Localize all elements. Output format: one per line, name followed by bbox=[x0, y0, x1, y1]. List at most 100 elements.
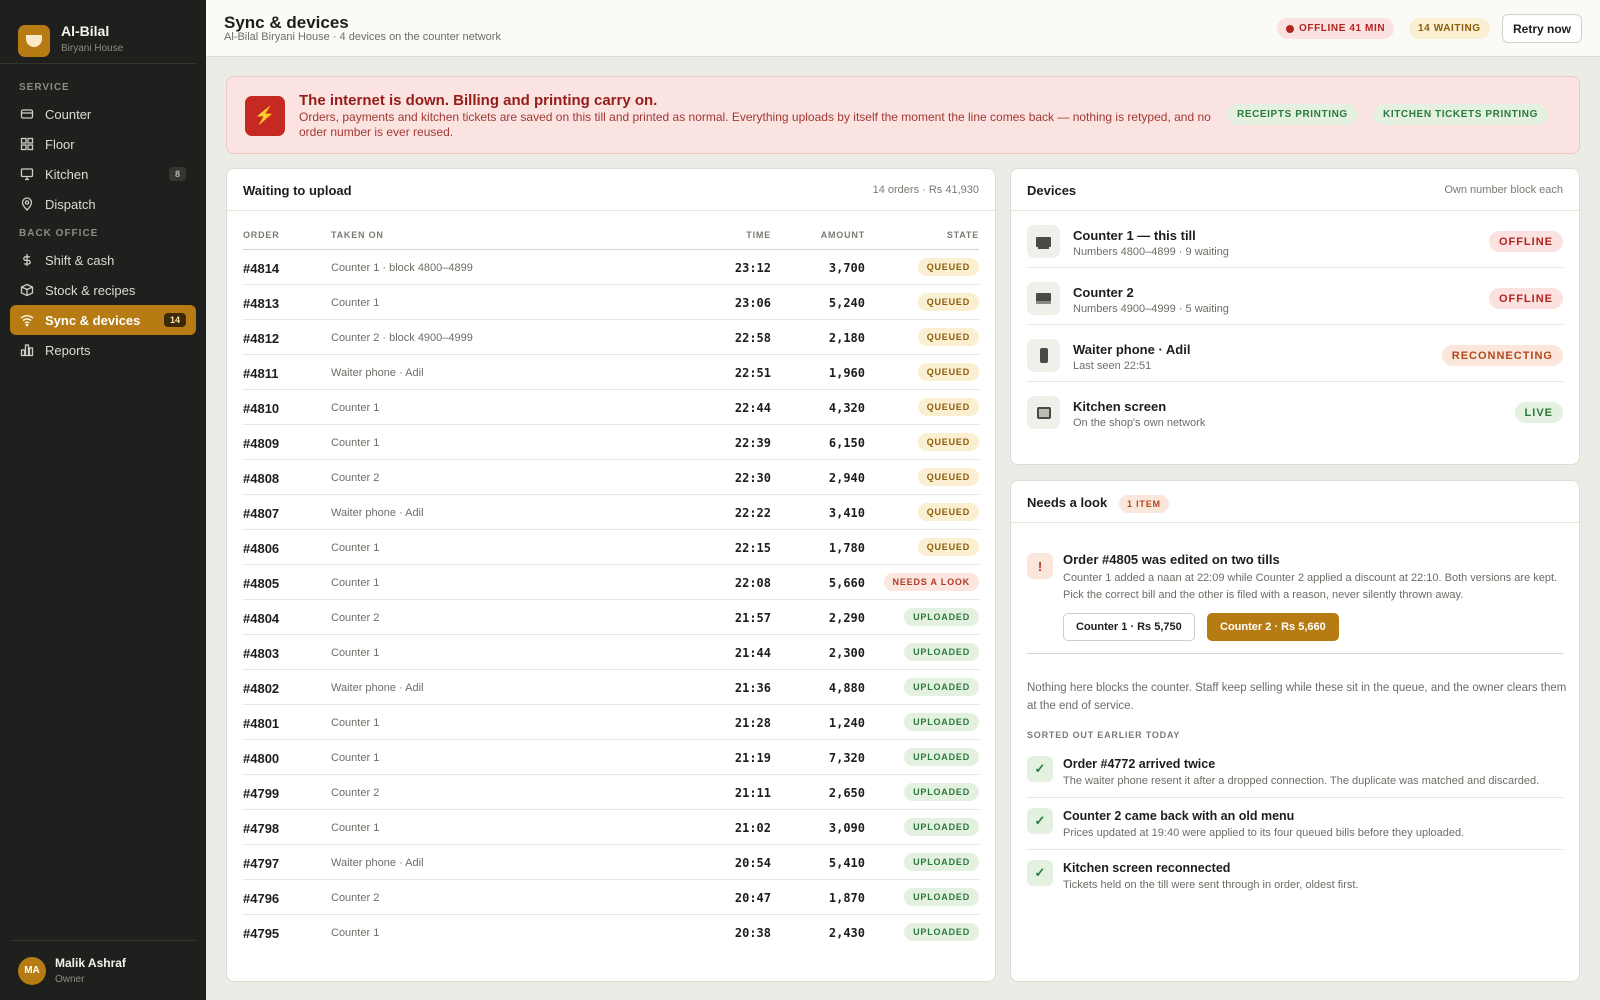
column-header-amount: AMOUNT bbox=[820, 230, 865, 240]
avatar: MA bbox=[18, 956, 46, 985]
taken-on: Counter 1 bbox=[331, 717, 380, 729]
table-row[interactable]: #4814 Counter 1 · block 4800–4899 23:12 3,7… bbox=[243, 250, 979, 285]
sorted-out-heading: SORTED OUT EARLIER TODAY bbox=[1027, 730, 1181, 740]
table-row[interactable]: #4810 Counter 1 22:44 4,320 QUEUED bbox=[243, 390, 979, 425]
table-row[interactable]: #4795 Counter 1 20:38 2,430 UPLOADED bbox=[243, 915, 979, 950]
sidebar-item-sync-devices[interactable]: Sync & devices 14 bbox=[10, 305, 196, 335]
table-row[interactable]: #4800 Counter 1 21:19 7,320 UPLOADED bbox=[243, 740, 979, 775]
order-state-badge: QUEUED bbox=[917, 468, 979, 486]
taken-on: Counter 1 bbox=[331, 577, 380, 589]
sidebar-item-floor[interactable]: Floor bbox=[10, 129, 196, 159]
retry-now-button[interactable]: Retry now bbox=[1502, 14, 1582, 43]
order-amount: 6,150 bbox=[828, 436, 865, 450]
devices-card: Devices Own number block each Counter 1 … bbox=[1010, 168, 1580, 465]
table-row[interactable]: #4806 Counter 1 22:15 1,780 QUEUED bbox=[243, 530, 979, 565]
order-time: 21:44 bbox=[734, 646, 771, 660]
table-row[interactable]: #4813 Counter 1 23:06 5,240 QUEUED bbox=[243, 285, 979, 320]
taken-on: Counter 2 bbox=[331, 892, 380, 904]
table-row[interactable]: #4811 Waiter phone · Adil 22:51 1,960 QUEUED bbox=[243, 355, 979, 390]
table-row[interactable]: #4804 Counter 2 21:57 2,290 UPLOADED bbox=[243, 600, 979, 635]
order-state-badge: NEEDS A LOOK bbox=[883, 573, 979, 591]
device-status-badge: OFFLINE bbox=[1488, 288, 1563, 309]
choose-counter-2-button[interactable]: Counter 2 · Rs 5,660 bbox=[1207, 613, 1339, 641]
check-icon: ✓ bbox=[1027, 860, 1053, 886]
sidebar-item-stock-recipes[interactable]: Stock & recipes bbox=[10, 275, 196, 305]
order-time: 23:06 bbox=[734, 296, 771, 310]
table-row[interactable]: #4801 Counter 1 21:28 1,240 UPLOADED bbox=[243, 705, 979, 740]
resolved-text: Tickets held on the till were sent throu… bbox=[1063, 879, 1359, 891]
taken-on: Counter 2 bbox=[331, 472, 380, 484]
brand[interactable]: Al-Bilal Biryani House bbox=[0, 0, 196, 64]
sidebar-item-label: Stock & recipes bbox=[45, 282, 136, 298]
order-amount: 4,880 bbox=[828, 681, 865, 695]
choose-counter-1-button[interactable]: Counter 1 · Rs 5,750 bbox=[1063, 613, 1195, 641]
order-state-badge: UPLOADED bbox=[904, 713, 979, 731]
wifi-icon bbox=[20, 313, 34, 327]
taken-on: Counter 1 bbox=[331, 297, 380, 309]
sidebar-item-shift-cash[interactable]: Shift & cash bbox=[10, 245, 196, 275]
sidebar-item-dispatch[interactable]: Dispatch bbox=[10, 189, 196, 219]
issue-title: Order #4805 was edited on two tills bbox=[1063, 552, 1280, 567]
column-header-taken-on: TAKEN ON bbox=[331, 230, 384, 240]
resolved-title: Order #4772 arrived twice bbox=[1063, 757, 1216, 771]
device-row-waiter-phone[interactable]: Waiter phone · Adil Last seen 22:51 RECO… bbox=[1027, 325, 1563, 382]
order-state-badge: UPLOADED bbox=[904, 783, 979, 801]
order-number: #4802 bbox=[243, 681, 280, 696]
order-state-badge: UPLOADED bbox=[904, 748, 979, 766]
user-profile[interactable]: MA Malik Ashraf Owner bbox=[10, 940, 196, 1000]
order-state-badge: UPLOADED bbox=[904, 678, 979, 696]
order-number: #4813 bbox=[243, 296, 280, 311]
device-name: Counter 2 bbox=[1073, 285, 1134, 300]
order-time: 22:39 bbox=[734, 436, 771, 450]
device-row-kitchen-screen[interactable]: Kitchen screen On the shop's own network… bbox=[1027, 382, 1563, 439]
order-time: 22:44 bbox=[734, 401, 771, 415]
needs-a-look-card: Needs a look 1 ITEM ! Order #4805 was ed… bbox=[1010, 480, 1580, 982]
table-row[interactable]: #4808 Counter 2 22:30 2,940 QUEUED bbox=[243, 460, 979, 495]
order-number: #4804 bbox=[243, 611, 280, 626]
order-amount: 7,320 bbox=[828, 751, 865, 765]
order-state-badge: QUEUED bbox=[917, 363, 979, 381]
device-detail: Numbers 4800–4899 · 9 waiting bbox=[1073, 246, 1229, 258]
order-state-badge: UPLOADED bbox=[904, 818, 979, 836]
devices-title: Devices bbox=[1027, 183, 1077, 198]
sidebar-item-counter[interactable]: Counter bbox=[10, 99, 196, 129]
device-status-badge: RECONNECTING bbox=[1441, 345, 1563, 366]
order-amount: 1,780 bbox=[828, 541, 865, 555]
sidebar-item-label: Floor bbox=[45, 136, 75, 152]
taken-on: Waiter phone · Adil bbox=[331, 682, 424, 694]
device-row-counter-1[interactable]: Counter 1 — this till Numbers 4800–4899 … bbox=[1027, 211, 1563, 268]
offline-dot-icon bbox=[1286, 24, 1294, 33]
order-number: #4800 bbox=[243, 751, 280, 766]
order-number: #4806 bbox=[243, 541, 280, 556]
order-time: 22:22 bbox=[734, 506, 771, 520]
order-state-badge: QUEUED bbox=[917, 538, 979, 556]
table-row[interactable]: #4809 Counter 1 22:39 6,150 QUEUED bbox=[243, 425, 979, 460]
table-row[interactable]: #4796 Counter 2 20:47 1,870 UPLOADED bbox=[243, 880, 979, 915]
sidebar-item-kitchen[interactable]: Kitchen 8 bbox=[10, 159, 196, 189]
order-amount: 3,410 bbox=[828, 506, 865, 520]
order-amount: 2,300 bbox=[828, 646, 865, 660]
table-row[interactable]: #4797 Waiter phone · Adil 20:54 5,410 UPLOAD… bbox=[243, 845, 979, 880]
sidebar-item-reports[interactable]: Reports bbox=[10, 335, 196, 365]
column-header-time: TIME bbox=[746, 230, 771, 240]
table-row[interactable]: #4805 Counter 1 22:08 5,660 NEEDS A LOOK bbox=[243, 565, 979, 600]
order-amount: 5,660 bbox=[828, 576, 865, 590]
box-icon bbox=[20, 283, 34, 297]
order-number: #4814 bbox=[243, 261, 280, 276]
device-status-badge: OFFLINE bbox=[1488, 231, 1563, 252]
order-time: 20:38 bbox=[734, 926, 771, 940]
table-row[interactable]: #4802 Waiter phone · Adil 21:36 4,880 UPLOAD… bbox=[243, 670, 979, 705]
table-row[interactable]: #4799 Counter 2 21:11 2,650 UPLOADED bbox=[243, 775, 979, 810]
resolved-item: ✓ Kitchen screen reconnected Tickets hel… bbox=[1027, 850, 1563, 902]
table-row[interactable]: #4798 Counter 1 21:02 3,090 UPLOADED bbox=[243, 810, 979, 845]
bowl-logo-icon bbox=[18, 24, 50, 57]
device-row-counter-2[interactable]: Counter 2 Numbers 4900–4999 · 5 waiting … bbox=[1027, 268, 1563, 325]
order-time: 23:12 bbox=[734, 261, 771, 275]
device-name: Waiter phone · Adil bbox=[1073, 342, 1191, 357]
order-number: #4796 bbox=[243, 891, 280, 906]
order-amount: 2,650 bbox=[828, 786, 865, 800]
table-row[interactable]: #4807 Waiter phone · Adil 22:22 3,410 QUEUED bbox=[243, 495, 979, 530]
order-time: 22:15 bbox=[734, 541, 771, 555]
table-row[interactable]: #4812 Counter 2 · block 4900–4999 22:58 2,1… bbox=[243, 320, 979, 355]
table-row[interactable]: #4803 Counter 1 21:44 2,300 UPLOADED bbox=[243, 635, 979, 670]
